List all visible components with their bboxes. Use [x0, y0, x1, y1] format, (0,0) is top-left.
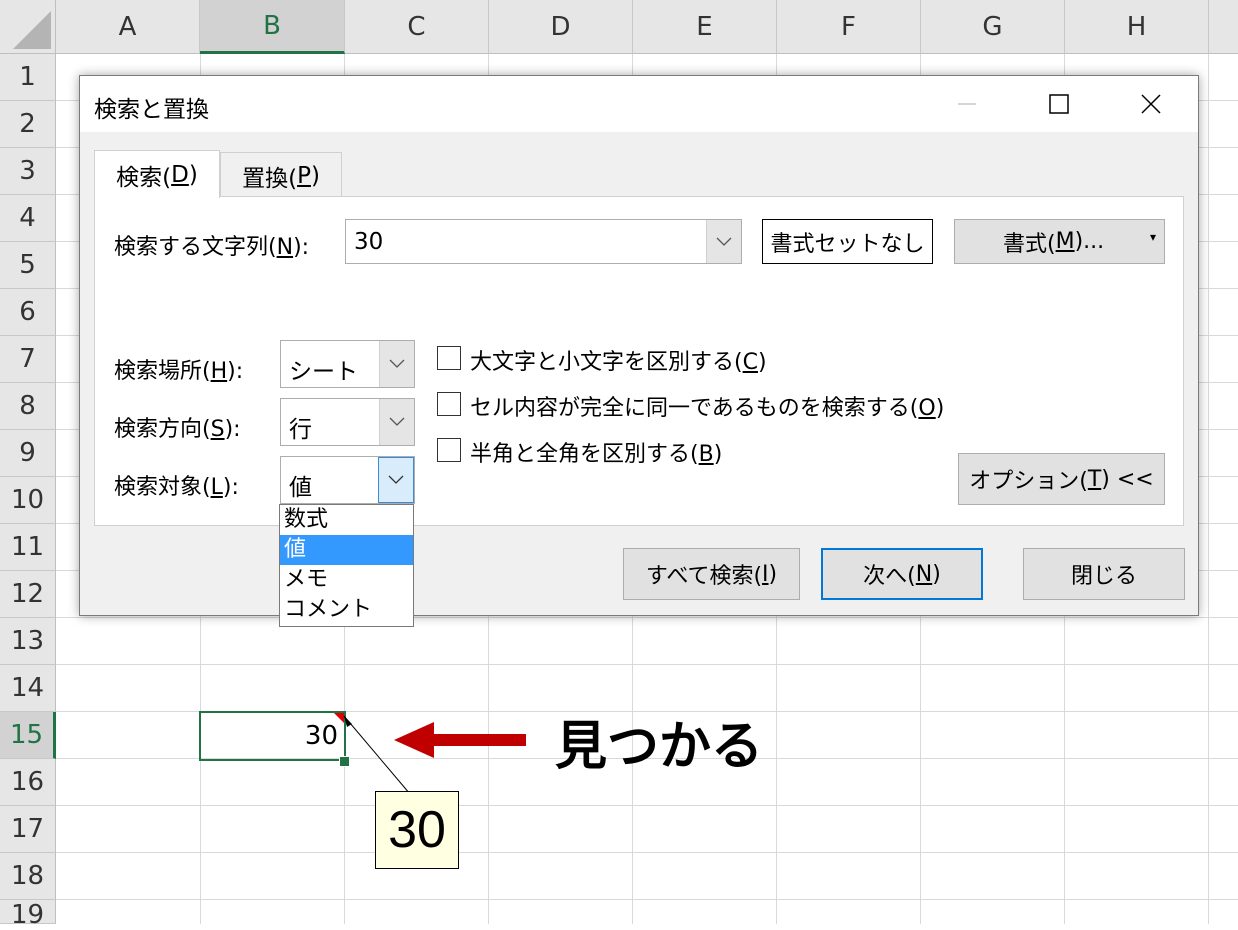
tab-replace-tail: )	[310, 162, 320, 189]
options-button-accel: T	[1087, 466, 1102, 492]
search-accel: S	[210, 417, 225, 442]
match-case-tail: )	[757, 350, 767, 375]
look-in-value: 値	[289, 475, 312, 501]
options-button-tail: ) <<	[1101, 466, 1154, 492]
comment-box[interactable]: 30	[375, 791, 459, 869]
options-button[interactable]: オプション(T) <<	[958, 453, 1165, 505]
match-byte-label-text: 半角と全角を区別する(	[470, 442, 699, 467]
match-entire-cell-label-text: セル内容が完全に同一であるものを検索する(	[470, 396, 919, 421]
within-tail: ):	[227, 359, 244, 384]
look-in-label: 検索対象(L):	[114, 469, 239, 501]
match-entire-cell-tail: )	[935, 396, 945, 421]
look-in-option-notes[interactable]: メモ	[280, 565, 413, 595]
format-button-label: 書式(	[1003, 231, 1056, 257]
find-next-accel: N	[915, 561, 933, 587]
find-what-accel: N	[276, 235, 294, 260]
find-all-button[interactable]: すべて検索(I)	[623, 548, 800, 600]
maximize-icon[interactable]	[1036, 76, 1082, 132]
find-all-label: すべて検索(	[645, 564, 763, 589]
search-order-select[interactable]: 行	[280, 398, 415, 446]
find-what-combobox[interactable]: 30	[345, 219, 742, 264]
close-icon[interactable]	[1128, 76, 1174, 132]
no-format-set-button[interactable]: 書式セットなし	[762, 219, 933, 264]
find-next-button[interactable]: 次へ(N)	[821, 548, 983, 600]
search-order-value: 行	[289, 417, 312, 443]
match-case-accel: C	[742, 350, 758, 375]
format-dropdown-arrow-icon[interactable]: ▾	[1150, 230, 1156, 244]
chevron-down-icon[interactable]	[706, 220, 741, 263]
match-entire-cell-label: セル内容が完全に同一であるものを検索する(O)	[470, 390, 944, 422]
match-entire-cell-accel: O	[918, 396, 936, 421]
look-in-select[interactable]: 値	[280, 456, 415, 504]
match-case-label: 大文字と小文字を区別する(C)	[470, 344, 767, 376]
tab-replace-accel: P	[297, 162, 311, 189]
look-in-dropdown-list: 数式 値 メモ コメント	[279, 504, 414, 627]
look-in-option-comments[interactable]: コメント	[280, 595, 413, 625]
format-button-tail: )...	[1074, 229, 1105, 254]
match-case-checkbox[interactable]	[437, 346, 461, 370]
left-arrow-icon	[394, 722, 526, 758]
find-next-tail: )	[932, 561, 941, 587]
chevron-down-icon[interactable]	[379, 341, 414, 387]
find-next-label: 次へ(	[863, 564, 916, 589]
dialog-titlebar[interactable]: 検索と置換	[80, 76, 1198, 132]
find-what-label-text: 検索する文字列(	[114, 235, 277, 260]
format-button-accel: M	[1055, 229, 1075, 254]
chevron-down-icon[interactable]	[378, 457, 414, 503]
match-byte-accel: B	[698, 442, 714, 467]
find-replace-dialog: 検索と置換 検索(D) 置換(P) 検索する文字列(N): 30 書式セットなし…	[79, 75, 1199, 616]
within-accel: H	[210, 359, 228, 384]
dialog-title: 検索と置換	[94, 97, 209, 123]
look-in-tail: ):	[222, 475, 239, 500]
find-all-tail: )	[768, 561, 778, 587]
chevron-down-icon[interactable]	[379, 399, 414, 445]
match-byte-label: 半角と全角を区別する(B)	[470, 436, 722, 468]
tab-find-label: 検索(	[116, 164, 172, 191]
match-byte-checkbox[interactable]	[437, 438, 461, 462]
tab-find-tail: )	[188, 161, 198, 188]
match-entire-cell-checkbox[interactable]	[437, 392, 461, 416]
tab-find-accel: D	[171, 161, 189, 188]
search-tail: ):	[224, 417, 241, 442]
close-button[interactable]: 閉じる	[1023, 548, 1185, 600]
within-value: シート	[289, 359, 358, 385]
search-label: 検索方向(S):	[114, 411, 241, 443]
find-what-label: 検索する文字列(N):	[114, 229, 309, 261]
within-select[interactable]: シート	[280, 340, 415, 388]
within-label-text: 検索場所(	[114, 359, 211, 384]
look-in-option-values[interactable]: 値	[280, 535, 413, 565]
find-what-value: 30	[354, 229, 384, 255]
within-label: 検索場所(H):	[114, 353, 243, 385]
match-byte-tail: )	[713, 442, 723, 467]
search-label-text: 検索方向(	[114, 417, 211, 442]
tab-replace-label: 置換(	[242, 165, 298, 192]
tab-find[interactable]: 検索(D)	[94, 150, 220, 198]
minimize-icon	[944, 76, 990, 132]
tab-replace[interactable]: 置換(P)	[220, 152, 342, 198]
find-what-tail: ):	[293, 235, 310, 260]
options-button-label: オプション(	[969, 469, 1088, 494]
callout-found-text: 見つかる	[555, 717, 764, 777]
format-button[interactable]: 書式(M)... ▾	[954, 219, 1165, 264]
look-in-option-formulas[interactable]: 数式	[280, 505, 413, 535]
look-in-accel: L	[210, 475, 223, 500]
match-case-label-text: 大文字と小文字を区別する(	[470, 350, 743, 375]
look-in-label-text: 検索対象(	[114, 475, 211, 500]
